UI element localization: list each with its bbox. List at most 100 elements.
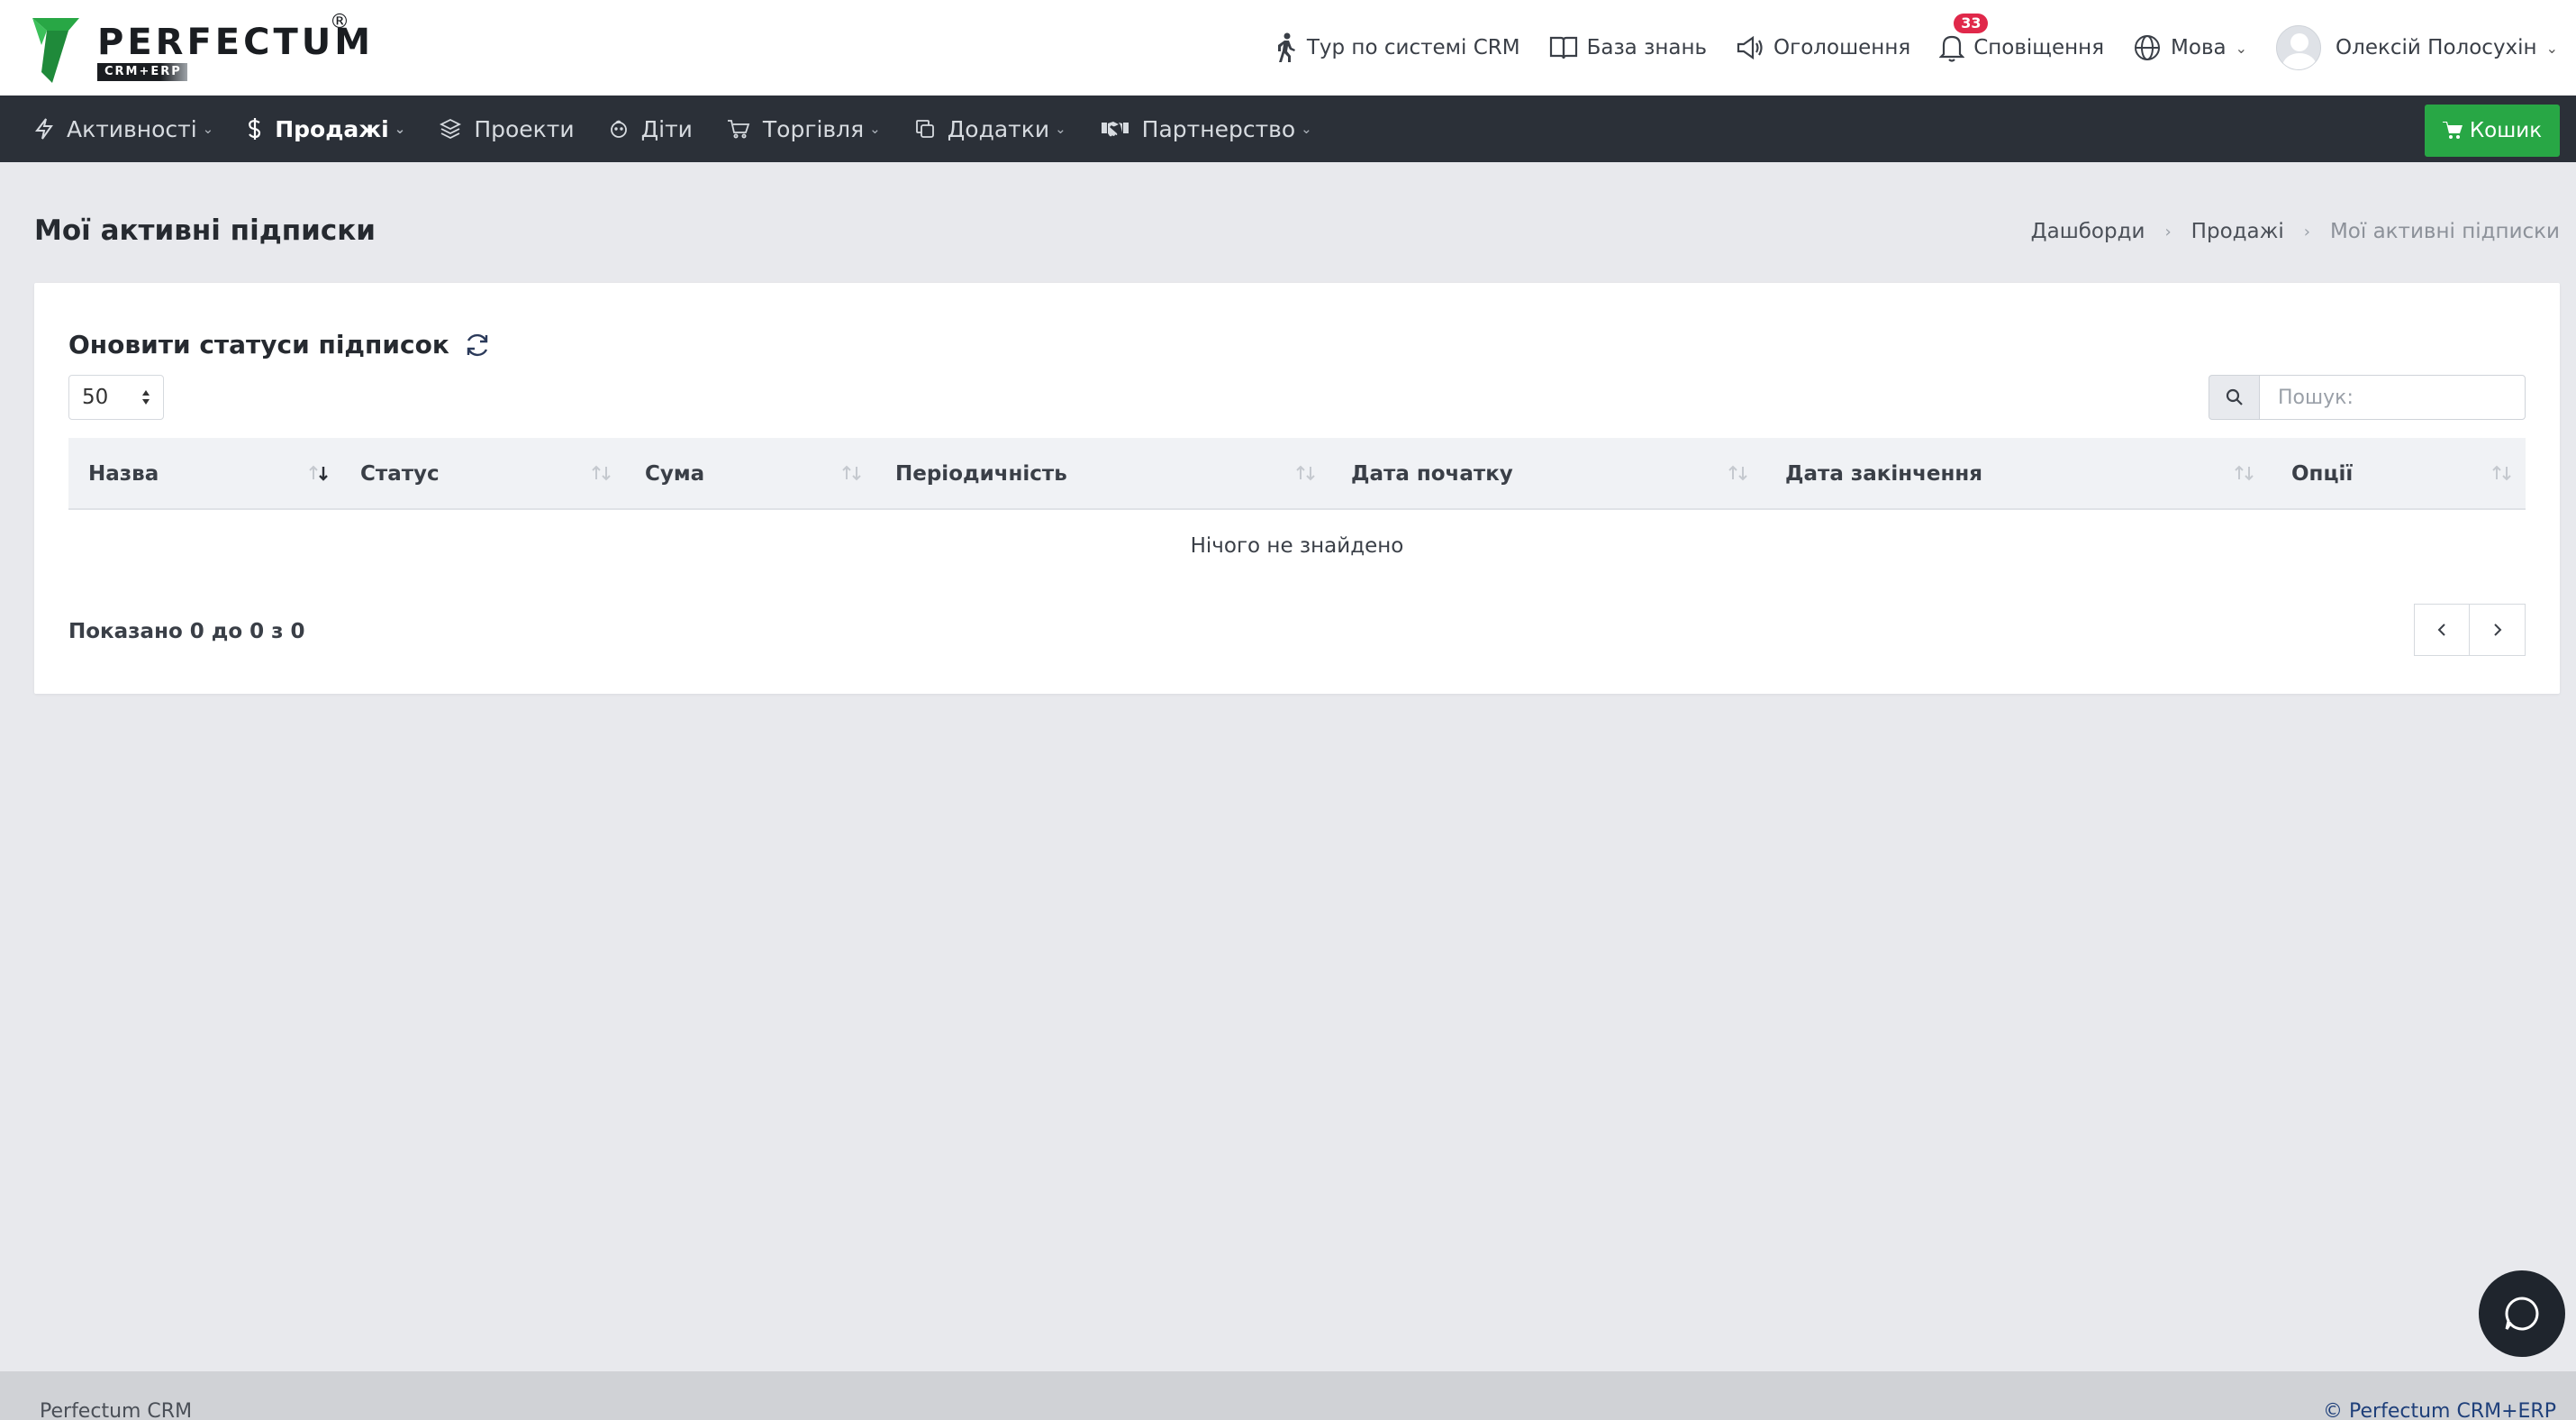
sort-icon bbox=[842, 465, 861, 481]
language-dropdown[interactable]: Мова ⌄ bbox=[2133, 33, 2247, 62]
nav-item-children[interactable]: Діти bbox=[609, 116, 693, 142]
layers-icon bbox=[440, 118, 462, 140]
pagination bbox=[2414, 604, 2526, 656]
column-label: Дата початку bbox=[1351, 462, 1513, 486]
column-header-end-date[interactable]: Дата закінчення bbox=[1785, 438, 1982, 510]
nav-label: Продажі bbox=[275, 115, 389, 142]
tour-link[interactable]: Тур по системі CRM bbox=[1274, 32, 1520, 63]
cart-icon bbox=[727, 120, 750, 139]
table-info: Показано 0 до 0 з 0 bbox=[68, 620, 305, 643]
top-header: PERFECTUM ® CRM+ERP Тур по системі CRM Б… bbox=[0, 0, 2576, 96]
copy-icon bbox=[915, 120, 934, 138]
book-icon bbox=[1549, 36, 1577, 59]
sort-icon bbox=[2235, 465, 2254, 481]
empty-table-row: Нічого не знайдено bbox=[68, 510, 2526, 582]
nav-label: Додатки bbox=[947, 115, 1050, 142]
cart-button[interactable]: Кошик bbox=[2425, 105, 2560, 157]
search-addon bbox=[2209, 375, 2259, 420]
previous-page-button[interactable] bbox=[2414, 604, 2470, 656]
child-icon bbox=[610, 120, 627, 138]
handshake-icon bbox=[1101, 122, 1129, 137]
nav-label: Партнерство bbox=[1141, 115, 1296, 142]
brand-sub: CRM+ERP bbox=[97, 63, 187, 81]
nav-item-partnership[interactable]: Партнерство ⌄ bbox=[1101, 116, 1312, 142]
megaphone-icon bbox=[1737, 35, 1763, 60]
subscriptions-card: Оновити статуси підписок 50 Назва Статус bbox=[34, 283, 2560, 694]
main-nav-bar: Активності ⌄ Продажі ⌄ Проекти Діти Торг… bbox=[0, 96, 2576, 162]
column-header-periodicity[interactable]: Періодичність bbox=[895, 438, 1067, 510]
announcements-link[interactable]: Оголошення bbox=[1736, 35, 1910, 60]
chevron-right-icon bbox=[2493, 624, 2501, 636]
nav-item-sales[interactable]: Продажі ⌄ bbox=[248, 116, 405, 142]
nav-label: Діти bbox=[640, 115, 693, 142]
breadcrumb-current: Мої активні підписки bbox=[2329, 220, 2560, 243]
brand-registered-mark: ® bbox=[330, 11, 349, 33]
bell-icon bbox=[1939, 35, 1965, 62]
announcements-label: Оголошення bbox=[1773, 36, 1911, 59]
logo-mark-icon bbox=[32, 18, 79, 83]
dollar-icon bbox=[249, 118, 261, 140]
column-header-start-date[interactable]: Дата початку bbox=[1351, 438, 1513, 510]
cart-icon bbox=[2442, 122, 2463, 139]
column-label: Статус bbox=[360, 462, 440, 486]
sort-desc-icon bbox=[309, 465, 328, 481]
breadcrumb-dashboards[interactable]: Дашборди bbox=[2031, 220, 2145, 243]
notifications-badge: 33 bbox=[1954, 14, 1989, 33]
column-header-amount[interactable]: Сума bbox=[645, 438, 704, 510]
cart-label: Кошик bbox=[2469, 119, 2543, 142]
chevron-down-icon: ⌄ bbox=[869, 121, 881, 137]
chevron-right-icon: › bbox=[2303, 222, 2310, 241]
page-title: Мої активні підписки bbox=[34, 214, 376, 247]
next-page-button[interactable] bbox=[2470, 604, 2526, 656]
user-name: Олексій Полосухін bbox=[2336, 36, 2537, 59]
chevron-down-icon: ⌄ bbox=[202, 121, 214, 137]
notifications-link[interactable]: 33 Сповіщення bbox=[1939, 14, 2105, 62]
refresh-icon[interactable] bbox=[464, 332, 491, 359]
breadcrumb: Дашборди › Продажі › Мої активні підписк… bbox=[2031, 220, 2560, 243]
nav-item-addons[interactable]: Додатки ⌄ bbox=[915, 116, 1066, 142]
main-nav: Активності ⌄ Продажі ⌄ Проекти Діти Торг… bbox=[34, 96, 1347, 162]
column-label: Опції bbox=[2291, 462, 2354, 486]
nav-label: Активності bbox=[67, 115, 197, 142]
nav-item-activities[interactable]: Активності ⌄ bbox=[34, 116, 213, 142]
nav-item-projects[interactable]: Проекти bbox=[440, 115, 575, 142]
page-length-select[interactable]: 50 bbox=[68, 375, 164, 420]
search-box bbox=[2209, 375, 2526, 420]
avatar bbox=[2276, 25, 2322, 70]
globe-icon bbox=[2135, 35, 2161, 60]
walking-icon bbox=[1277, 32, 1295, 62]
user-menu[interactable]: Олексій Полосухін ⌄ bbox=[2276, 25, 2558, 70]
column-header-status[interactable]: Статус bbox=[360, 438, 440, 510]
language-label: Мова bbox=[2171, 36, 2227, 59]
chevron-right-icon: › bbox=[2164, 222, 2172, 241]
nav-label: Проекти bbox=[474, 115, 575, 142]
chat-icon bbox=[2505, 1297, 2539, 1331]
subscriptions-table: Назва Статус Сума Періодичність Дата поч… bbox=[68, 438, 2526, 582]
table-header: Назва Статус Сума Періодичність Дата поч… bbox=[68, 438, 2526, 510]
top-nav: Тур по системі CRM База знань Оголошення… bbox=[1246, 0, 2558, 96]
nav-item-trade[interactable]: Торгівля ⌄ bbox=[727, 116, 881, 142]
knowledge-base-link[interactable]: База знань bbox=[1549, 35, 1707, 60]
footer: Perfectum CRM © Perfectum CRM+ERP bbox=[0, 1371, 2576, 1420]
sort-icon bbox=[592, 465, 611, 481]
tour-label: Тур по системі CRM bbox=[1306, 36, 1520, 59]
footer-copyright-link[interactable]: © Perfectum CRM+ERP bbox=[2323, 1400, 2556, 1420]
sort-icon bbox=[1728, 465, 1747, 481]
breadcrumb-sales[interactable]: Продажі bbox=[2191, 220, 2284, 243]
knowledge-label: База знань bbox=[1586, 36, 1708, 59]
column-label: Сума bbox=[645, 462, 705, 486]
select-arrows-icon bbox=[142, 390, 150, 405]
brand-logo[interactable]: PERFECTUM ® CRM+ERP bbox=[32, 11, 370, 85]
column-header-name[interactable]: Назва bbox=[88, 438, 159, 510]
chat-button[interactable] bbox=[2479, 1270, 2565, 1357]
notifications-label: Сповіщення bbox=[1973, 36, 2105, 59]
column-label: Дата закінчення bbox=[1785, 462, 1983, 486]
column-label: Назва bbox=[88, 462, 159, 486]
chevron-down-icon: ⌄ bbox=[2545, 39, 2558, 57]
column-header-options[interactable]: Опції bbox=[2291, 438, 2353, 510]
sort-icon bbox=[2492, 465, 2511, 481]
column-label: Періодичність bbox=[895, 462, 1067, 486]
page-length-value: 50 bbox=[82, 386, 109, 409]
sort-icon bbox=[1296, 465, 1315, 481]
search-input[interactable] bbox=[2259, 375, 2526, 420]
